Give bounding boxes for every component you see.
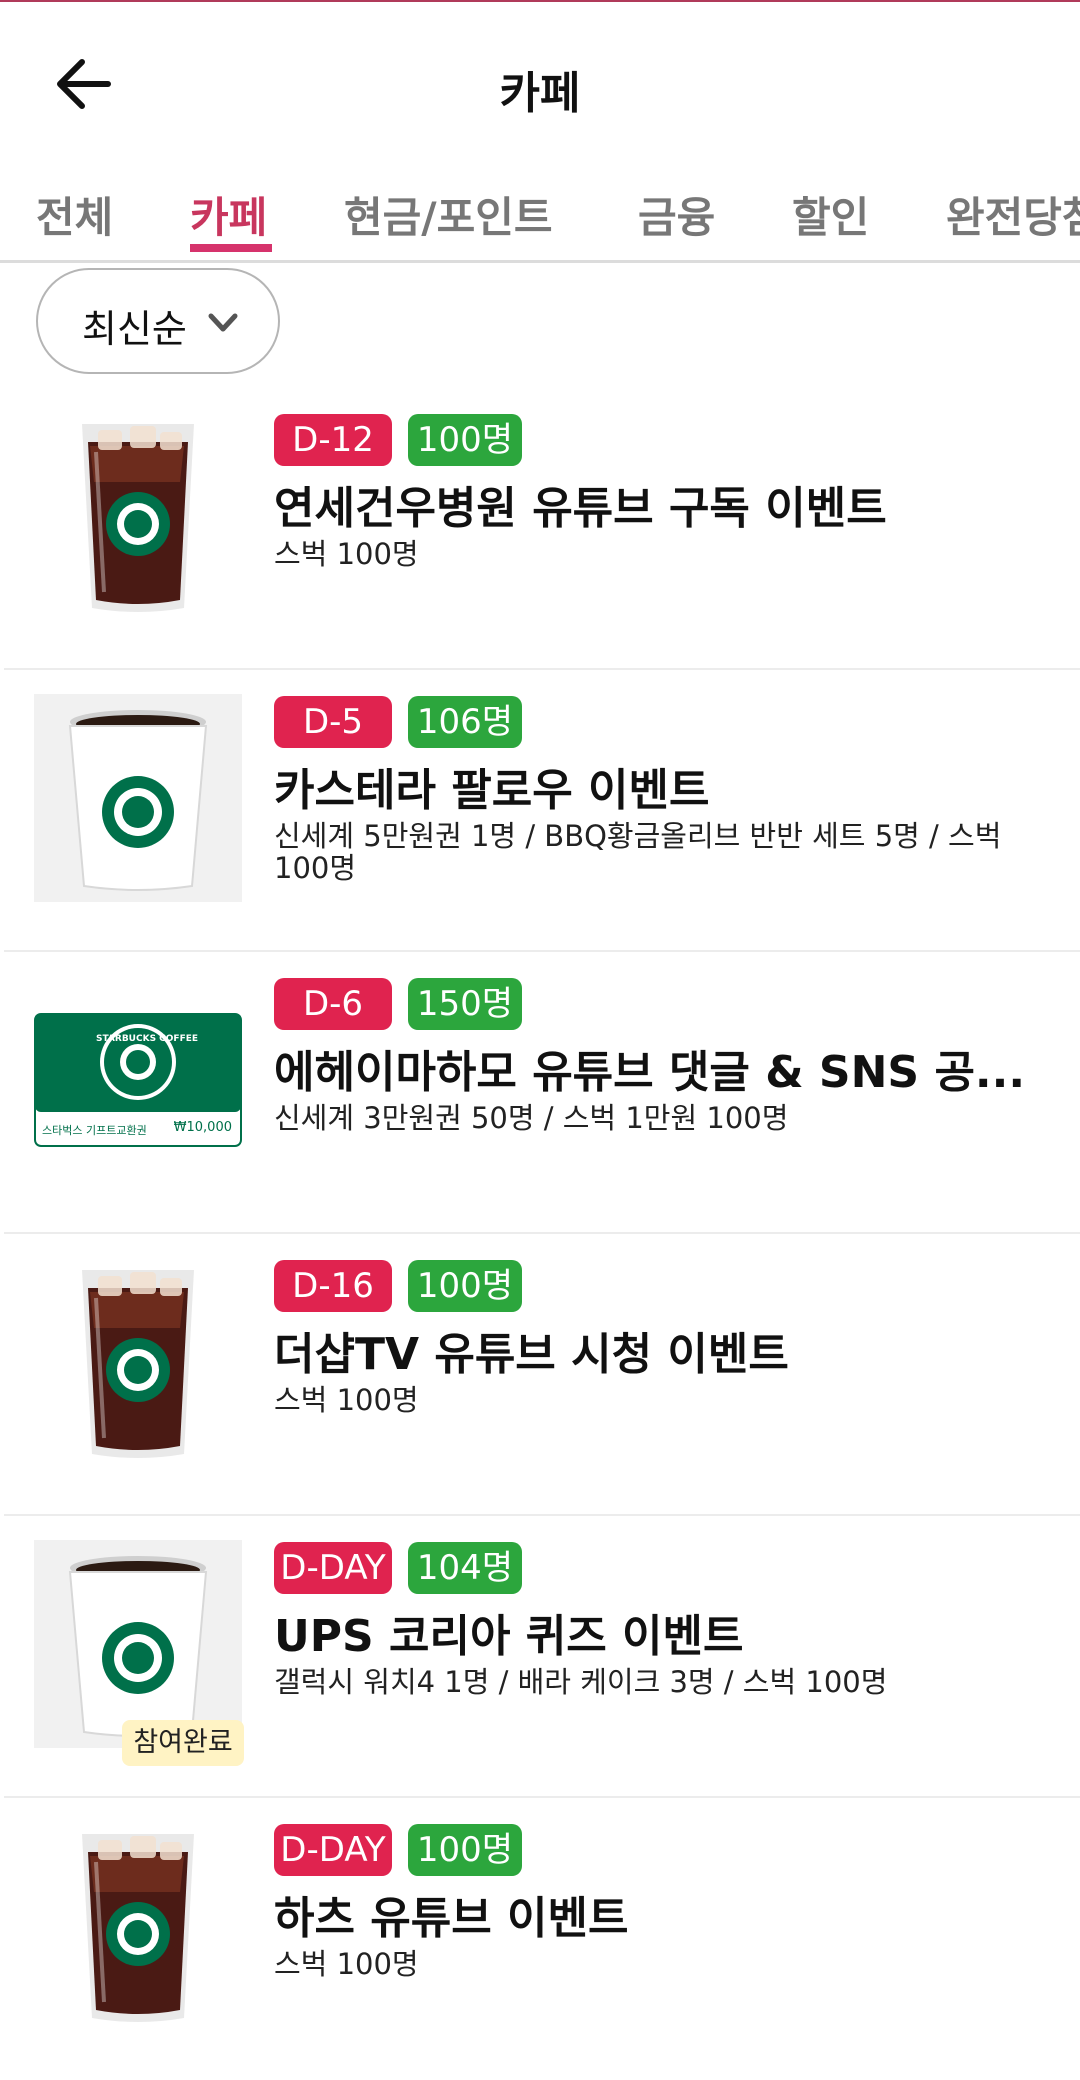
dday-badge: D-DAY	[274, 1542, 392, 1594]
divider	[4, 1232, 1080, 1234]
dday-badge: D-16	[274, 1260, 392, 1312]
tab-cafe[interactable]: 카페	[190, 184, 267, 245]
winner-count-badge: 100명	[408, 1824, 522, 1876]
event-title: 더샵TV 유튜브 시청 이벤트	[274, 1329, 789, 1380]
starbucks-card-icon	[34, 1013, 242, 1147]
tab-all[interactable]: 전체	[36, 184, 113, 245]
iced-coffee-image	[34, 1258, 242, 1466]
card-brand: STARBUCKS COFFEE	[96, 1034, 199, 1044]
divider	[4, 1796, 1080, 1798]
dday-badge: D-12	[274, 414, 392, 466]
iced-coffee-image	[34, 412, 242, 620]
event-prize: 신세계 5만원권 1명 / BBQ황금올리브 반반 세트 5명 / 스벅 100…	[274, 819, 1002, 885]
tab-guaranteed[interactable]: 완전당첨	[946, 184, 1080, 245]
list-item[interactable]: D-5 106명 카스테라 팔로우 이벤트 신세계 5만원권 1명 / BBQ황…	[0, 672, 1080, 952]
tab-discount[interactable]: 할인	[792, 184, 869, 245]
event-prize: 스벅 100명	[274, 1383, 419, 1417]
event-prize: 갤럭시 워치4 1명 / 배라 케이크 3명 / 스벅 100명	[274, 1665, 888, 1699]
hot-coffee-image	[34, 694, 242, 902]
divider	[4, 1514, 1080, 1516]
list-item[interactable]: D-DAY 100명 하츠 유튜브 이벤트 스벅 100명	[0, 1800, 1080, 2080]
event-title: 하츠 유튜브 이벤트	[274, 1893, 629, 1944]
hot-coffee-image	[34, 1540, 242, 1748]
category-tabs: 전체 카페 현금/포인트 금융 할인 완전당첨	[0, 172, 1080, 263]
gift-card-image: STARBUCKS COFFEE 스타벅스 기프트교환권 ₩10,000	[34, 976, 242, 1184]
active-tab-indicator	[190, 244, 272, 252]
dday-badge: D-DAY	[274, 1824, 392, 1876]
divider	[4, 668, 1080, 670]
event-prize: 신세계 3만원권 50명 / 스벅 1만원 100명	[274, 1101, 789, 1135]
card-amount: ₩10,000	[173, 1120, 232, 1135]
dday-badge: D-5	[274, 696, 392, 748]
list-item[interactable]: STARBUCKS COFFEE 스타벅스 기프트교환권 ₩10,000 D-6…	[0, 954, 1080, 1234]
sort-label: 최신순	[82, 307, 187, 351]
event-prize: 스벅 100명	[274, 537, 419, 571]
participated-badge: 참여완료	[122, 1720, 244, 1766]
winner-count-badge: 104명	[408, 1542, 522, 1594]
app-header: 카페	[0, 2, 1080, 172]
winner-count-badge: 106명	[408, 696, 522, 748]
winner-count-badge: 100명	[408, 414, 522, 466]
dday-badge: D-6	[274, 978, 392, 1030]
iced-coffee-image	[34, 1822, 242, 2030]
winner-count-badge: 150명	[408, 978, 522, 1030]
winner-count-badge: 100명	[408, 1260, 522, 1312]
event-title: 에헤이마하모 유튜브 댓글 & SNS 공...	[274, 1047, 1026, 1098]
sort-dropdown[interactable]: 최신순	[36, 268, 280, 374]
event-title: UPS 코리아 퀴즈 이벤트	[274, 1611, 744, 1662]
event-prize: 스벅 100명	[274, 1947, 419, 1981]
tab-cash-point[interactable]: 현금/포인트	[344, 184, 553, 245]
divider	[4, 950, 1080, 952]
chevron-down-icon	[208, 313, 238, 332]
list-item[interactable]: D-16 100명 더샵TV 유튜브 시청 이벤트 스벅 100명	[0, 1236, 1080, 1516]
event-title: 카스테라 팔로우 이벤트	[274, 765, 710, 816]
event-title: 연세건우병원 유튜브 구독 이벤트	[274, 483, 887, 534]
card-caption: 스타벅스 기프트교환권	[42, 1124, 147, 1137]
page-title: 카페	[499, 68, 581, 119]
list-item[interactable]: D-12 100명 연세건우병원 유튜브 구독 이벤트 스벅 100명	[0, 390, 1080, 670]
tab-finance[interactable]: 금융	[638, 184, 715, 245]
